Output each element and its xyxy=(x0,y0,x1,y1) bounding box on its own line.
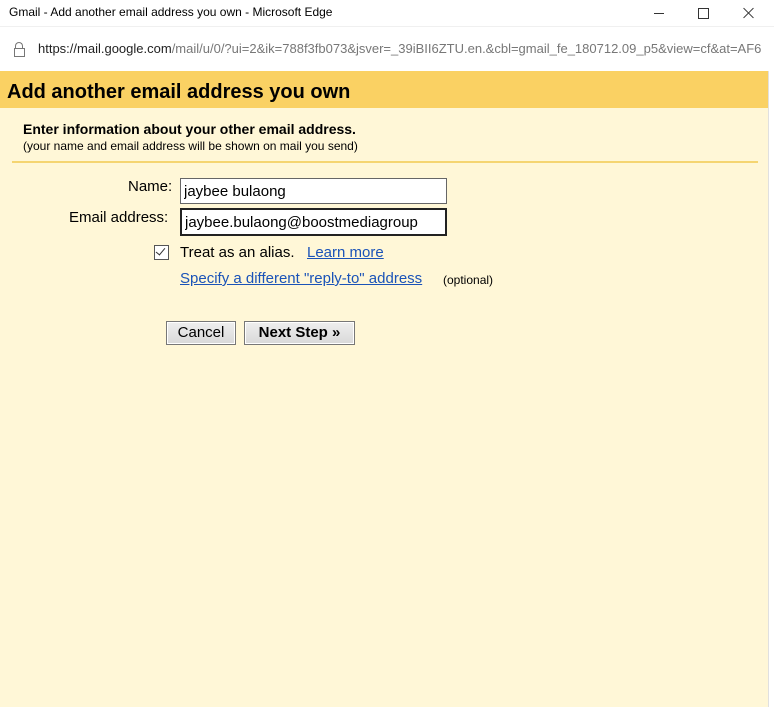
divider xyxy=(12,161,758,163)
address-bar[interactable]: https://mail.google.com/mail/u/0/?ui=2&i… xyxy=(0,34,774,64)
dialog-content: Add another email address you own Enter … xyxy=(0,71,768,707)
name-label: Name: xyxy=(128,178,173,195)
url-host: https://mail.google.com xyxy=(38,41,172,56)
reply-to-link[interactable]: Specify a different "reply-to" address xyxy=(180,270,422,287)
intro-title: Enter information about your other email… xyxy=(23,121,356,137)
close-button[interactable] xyxy=(726,0,772,26)
dialog-title: Add another email address you own xyxy=(7,81,351,103)
checkmark-icon xyxy=(155,245,166,256)
dialog-header: Add another email address you own xyxy=(0,71,768,108)
url-path: /mail/u/0/?ui=2&ik=788f3fb073&jsver=_39i… xyxy=(171,41,762,56)
alias-label: Treat as an alias. xyxy=(180,244,295,261)
minimize-button[interactable] xyxy=(636,0,682,26)
email-input[interactable] xyxy=(180,208,447,236)
maximize-icon xyxy=(697,7,709,19)
intro-subtitle: (your name and email address will be sho… xyxy=(23,139,358,153)
minimize-icon xyxy=(654,12,664,14)
form-panel: Enter information about your other email… xyxy=(12,108,758,707)
lock-icon xyxy=(14,42,25,57)
url-text[interactable]: https://mail.google.com/mail/u/0/?ui=2&i… xyxy=(38,41,768,56)
title-bar: Gmail - Add another email address you ow… xyxy=(0,0,774,27)
next-step-button[interactable]: Next Step » xyxy=(244,321,355,345)
learn-more-link[interactable]: Learn more xyxy=(307,244,384,261)
window-title: Gmail - Add another email address you ow… xyxy=(9,5,333,19)
alias-checkbox[interactable] xyxy=(154,245,169,260)
optional-note: (optional) xyxy=(443,273,494,287)
scrollbar[interactable] xyxy=(768,71,774,707)
name-input[interactable] xyxy=(180,178,447,204)
browser-window: Gmail - Add another email address you ow… xyxy=(0,0,774,707)
email-label: Email address: xyxy=(69,209,169,226)
cancel-button[interactable]: Cancel xyxy=(166,321,236,345)
maximize-button[interactable] xyxy=(680,0,726,26)
close-icon xyxy=(743,7,755,19)
